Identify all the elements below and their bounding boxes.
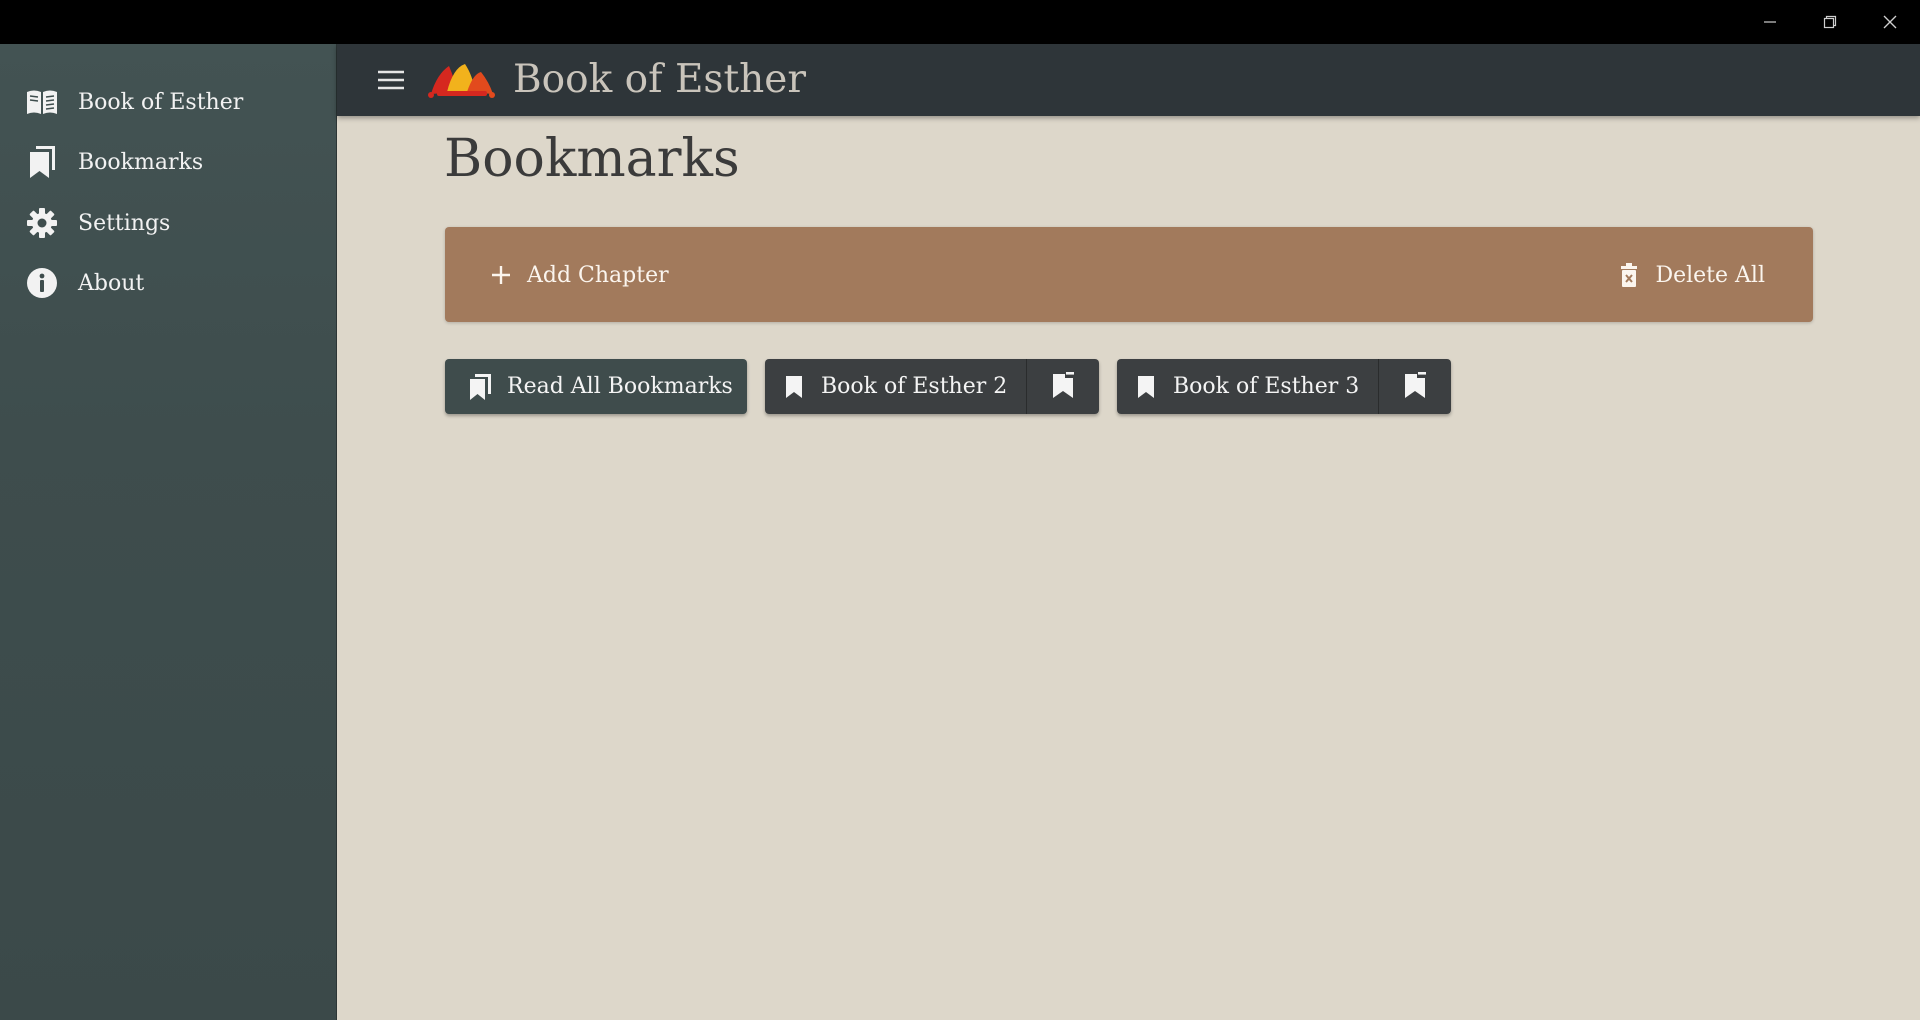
bookmark-label: Book of Esther 3	[1173, 374, 1360, 399]
bookmark-chip: Book of Esther 2	[765, 359, 1099, 414]
sidebar-item-label: Book of Esther	[78, 89, 244, 115]
bookmark-remove-icon	[1403, 371, 1427, 403]
delete-all-label: Delete All	[1655, 262, 1765, 288]
add-chapter-button[interactable]: Add Chapter	[489, 251, 669, 299]
bookmark-icon	[783, 374, 805, 400]
sidebar-item-book-of-esther[interactable]: Book of Esther	[0, 74, 336, 130]
minimize-icon[interactable]	[1740, 0, 1800, 44]
bookmarks-icon	[467, 373, 493, 401]
plus-icon	[489, 263, 513, 287]
bookmark-label: Book of Esther 2	[821, 374, 1008, 399]
hamburger-icon[interactable]	[373, 62, 409, 98]
sidebar-item-label: Bookmarks	[78, 149, 204, 175]
open-bookmark-button[interactable]: Book of Esther 2	[765, 359, 1026, 414]
remove-bookmark-button[interactable]	[1026, 359, 1099, 414]
sidebar-nav: Book of Esther Bookmarks Settings About	[0, 44, 337, 1020]
bookmark-remove-icon	[1051, 371, 1075, 403]
bookmark-icon	[1135, 374, 1157, 400]
sidebar-item-about[interactable]: About	[0, 255, 336, 311]
info-icon	[24, 265, 60, 301]
gear-icon	[24, 205, 60, 241]
open-bookmark-button[interactable]: Book of Esther 3	[1117, 359, 1378, 414]
app-title: Book of Esther	[513, 57, 806, 102]
close-icon[interactable]	[1860, 0, 1920, 44]
read-all-bookmarks-label: Read All Bookmarks	[507, 374, 733, 399]
sidebar-item-bookmarks[interactable]: Bookmarks	[0, 134, 336, 190]
window-titlebar	[0, 0, 1920, 44]
trash-icon	[1617, 263, 1641, 287]
sidebar-item-label: Settings	[78, 210, 171, 236]
page-title: Bookmarks	[444, 129, 740, 189]
jester-hat-logo	[427, 58, 495, 100]
maximize-icon[interactable]	[1800, 0, 1860, 44]
bookmarks-icon	[24, 144, 60, 180]
bookmark-chip: Book of Esther 3	[1117, 359, 1451, 414]
sidebar-item-label: About	[78, 270, 145, 296]
remove-bookmark-button[interactable]	[1378, 359, 1451, 414]
open-book-icon	[24, 84, 60, 120]
bookmark-actions-bar: Add Chapter Delete All	[445, 227, 1813, 322]
delete-all-button[interactable]: Delete All	[1617, 251, 1765, 299]
app-bar: Book of Esther	[337, 44, 1920, 116]
add-chapter-label: Add Chapter	[527, 262, 669, 288]
read-all-bookmarks-button[interactable]: Read All Bookmarks	[445, 359, 747, 414]
sidebar-item-settings[interactable]: Settings	[0, 195, 336, 251]
